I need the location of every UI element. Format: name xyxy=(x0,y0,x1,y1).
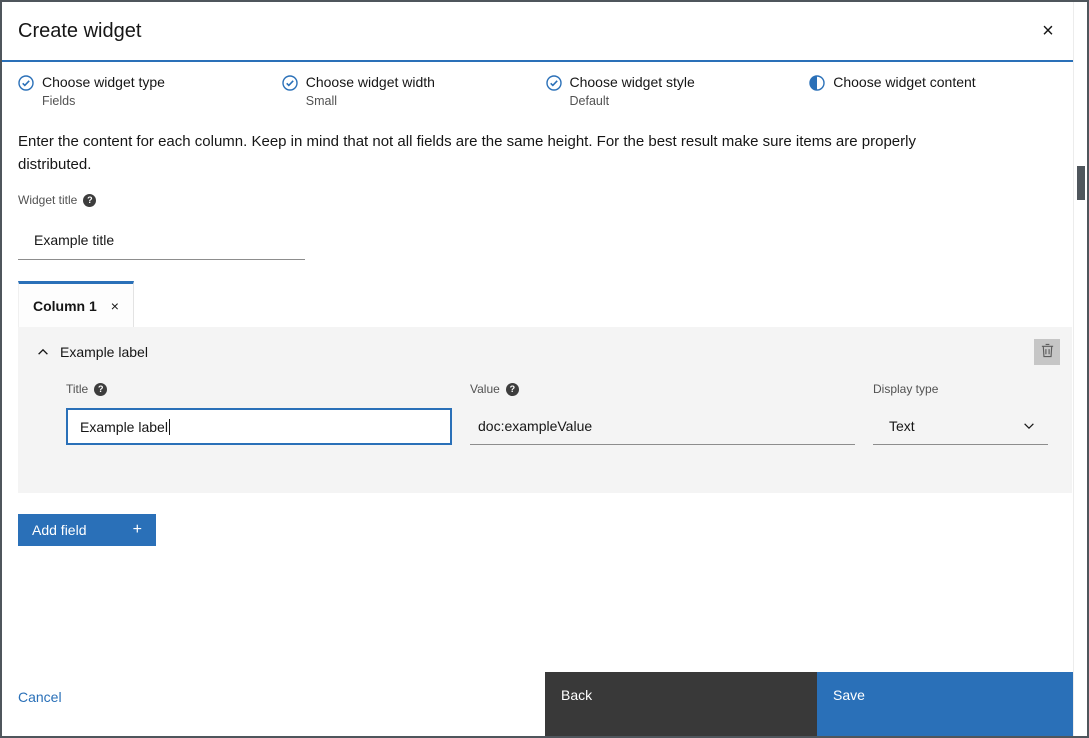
field-value-group: Value ? doc:exampleValue xyxy=(470,383,855,445)
close-button[interactable]: × xyxy=(1031,14,1065,48)
display-type-label: Display type xyxy=(873,383,938,396)
tab-bar: Column 1 × xyxy=(18,281,1057,327)
step-label: Choose widget content xyxy=(833,74,975,90)
progress-step-type[interactable]: Choose widget type Fields xyxy=(18,74,282,108)
step-complete-icon xyxy=(282,75,298,91)
step-current-icon xyxy=(809,75,825,91)
scrollbar-thumb[interactable] xyxy=(1077,166,1085,200)
modal-title: Create widget xyxy=(18,20,1057,43)
field-row: Title ? Example label Value ? doc:exampl… xyxy=(18,383,1072,445)
trash-icon xyxy=(1040,343,1055,361)
add-field-label: Add field xyxy=(32,522,86,538)
step-complete-icon xyxy=(18,75,34,91)
title-label: Title xyxy=(66,383,88,396)
step-sublabel: Fields xyxy=(42,95,165,108)
value-label-row: Value ? xyxy=(470,383,855,396)
scrollbar[interactable] xyxy=(1073,2,1087,736)
field-section-label: Example label xyxy=(60,344,148,360)
value-input[interactable]: doc:exampleValue xyxy=(470,408,855,445)
progress-step-content[interactable]: Choose widget content xyxy=(809,74,1073,108)
widget-title-group: Widget title ? xyxy=(18,194,1057,260)
modal-header: Create widget × xyxy=(2,2,1073,62)
display-type-value: Text xyxy=(889,418,915,434)
value-input-value: doc:exampleValue xyxy=(478,418,592,434)
step-text: Choose widget style Default xyxy=(570,74,695,108)
back-button[interactable]: Back xyxy=(545,672,817,736)
progress-indicator: Choose widget type Fields Choose widget … xyxy=(2,62,1073,108)
help-icon[interactable]: ? xyxy=(506,383,519,396)
field-panel: Example label Title ? Example label xyxy=(18,327,1072,493)
step-complete-icon xyxy=(546,75,562,91)
close-icon: × xyxy=(1042,20,1054,42)
tab-label: Column 1 xyxy=(33,298,97,314)
progress-step-width[interactable]: Choose widget width Small xyxy=(282,74,546,108)
text-caret xyxy=(169,419,170,435)
step-sublabel: Default xyxy=(570,95,695,108)
tab-column-1[interactable]: Column 1 × xyxy=(18,281,134,327)
field-panel-header: Example label xyxy=(18,327,1072,365)
add-field-button[interactable]: Add field + xyxy=(18,514,156,546)
step-text: Choose widget content xyxy=(833,74,975,108)
save-button[interactable]: Save xyxy=(817,672,1073,736)
app-window: Create widget × Choose widget type Field… xyxy=(0,0,1089,738)
add-icon: + xyxy=(133,522,142,538)
widget-title-label-row: Widget title ? xyxy=(18,194,1057,207)
display-type-label-row: Display type xyxy=(873,383,1048,396)
title-input-value: Example label xyxy=(80,419,168,435)
description-text: Enter the content for each column. Keep … xyxy=(18,130,993,176)
widget-title-input[interactable] xyxy=(18,220,305,260)
create-widget-modal: Create widget × Choose widget type Field… xyxy=(2,2,1073,736)
step-text: Choose widget width Small xyxy=(306,74,435,108)
help-icon[interactable]: ? xyxy=(83,194,96,207)
step-text: Choose widget type Fields xyxy=(42,74,165,108)
field-display-type-group: Display type Text xyxy=(873,383,1048,445)
chevron-down-icon xyxy=(1022,419,1036,433)
step-label: Choose widget type xyxy=(42,74,165,90)
title-input[interactable]: Example label xyxy=(66,408,452,445)
title-label-row: Title ? xyxy=(66,383,452,396)
cancel-link[interactable]: Cancel xyxy=(18,689,62,705)
tab-close-icon[interactable]: × xyxy=(111,299,119,313)
help-icon[interactable]: ? xyxy=(94,383,107,396)
widget-title-label: Widget title xyxy=(18,194,77,207)
step-label: Choose widget style xyxy=(570,74,695,90)
step-sublabel: Small xyxy=(306,95,435,108)
collapse-chevron-up-icon[interactable] xyxy=(36,345,50,359)
delete-field-button[interactable] xyxy=(1034,339,1060,365)
modal-footer: Cancel Back Save xyxy=(2,672,1073,736)
field-title-group: Title ? Example label xyxy=(66,383,452,445)
progress-step-style[interactable]: Choose widget style Default xyxy=(546,74,810,108)
display-type-select[interactable]: Text xyxy=(873,408,1048,445)
value-label: Value xyxy=(470,383,500,396)
step-label: Choose widget width xyxy=(306,74,435,90)
step-sublabel xyxy=(833,95,975,108)
